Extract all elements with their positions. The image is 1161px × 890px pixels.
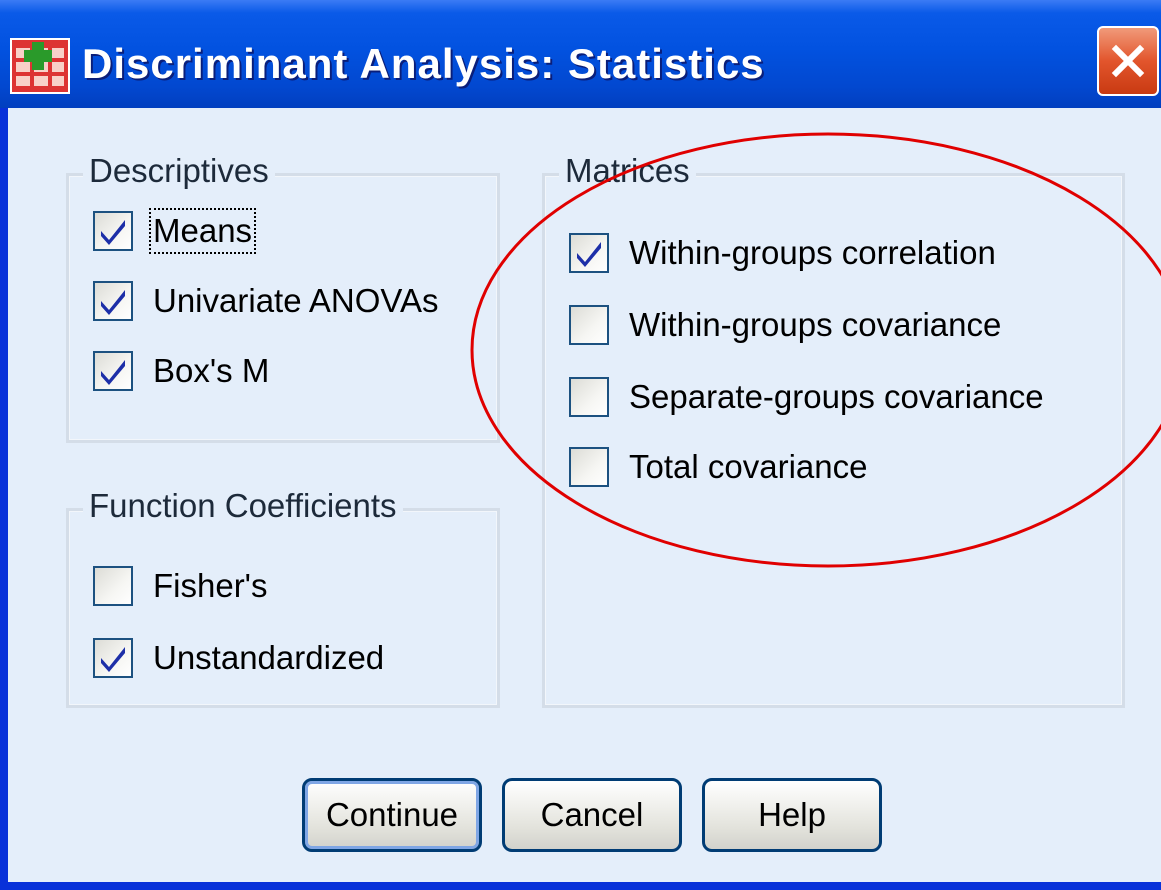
fishers-checkbox[interactable] bbox=[93, 566, 133, 606]
boxs-m-checkbox[interactable] bbox=[93, 351, 133, 391]
function-coefficients-group: Function Coefficients Fisher's Unstandar… bbox=[66, 487, 500, 708]
continue-button[interactable]: Continue bbox=[302, 778, 482, 852]
fishers-checkbox-item[interactable]: Fisher's bbox=[93, 561, 268, 611]
checkmark-icon bbox=[101, 220, 125, 245]
separate-groups-covariance-item[interactable]: Separate-groups covariance bbox=[569, 372, 1044, 422]
title-bar[interactable]: Discriminant Analysis: Statistics bbox=[0, 0, 1161, 108]
separate-groups-covariance-checkbox[interactable] bbox=[569, 377, 609, 417]
unstandardized-checkbox[interactable] bbox=[93, 638, 133, 678]
within-groups-correlation-label: Within-groups correlation bbox=[629, 234, 996, 271]
descriptives-legend: Descriptives bbox=[83, 152, 275, 190]
within-groups-correlation-checkbox[interactable] bbox=[569, 233, 609, 273]
univariate-anovas-label: Univariate ANOVAs bbox=[153, 282, 439, 319]
help-button[interactable]: Help bbox=[702, 778, 882, 852]
close-button[interactable] bbox=[1097, 26, 1159, 96]
matrices-legend: Matrices bbox=[559, 152, 696, 190]
checkmark-icon bbox=[577, 242, 601, 267]
means-checkbox-item[interactable]: Means bbox=[93, 206, 257, 256]
total-covariance-checkbox[interactable] bbox=[569, 447, 609, 487]
univariate-anovas-checkbox-item[interactable]: Univariate ANOVAs bbox=[93, 276, 439, 326]
spss-dialog-icon bbox=[10, 38, 70, 94]
univariate-anovas-checkbox[interactable] bbox=[93, 281, 133, 321]
within-groups-covariance-checkbox[interactable] bbox=[569, 305, 609, 345]
total-covariance-item[interactable]: Total covariance bbox=[569, 442, 867, 492]
dialog-window: Discriminant Analysis: Statistics Descri… bbox=[0, 0, 1161, 890]
within-groups-covariance-label: Within-groups covariance bbox=[629, 306, 1002, 343]
cancel-button[interactable]: Cancel bbox=[502, 778, 682, 852]
descriptives-group: Descriptives Means Univariate ANOVAs Box… bbox=[66, 152, 500, 443]
checkmark-icon bbox=[101, 647, 125, 672]
within-groups-covariance-item[interactable]: Within-groups covariance bbox=[569, 300, 1001, 350]
window-title: Discriminant Analysis: Statistics bbox=[82, 40, 765, 87]
function-coefficients-legend: Function Coefficients bbox=[83, 487, 403, 525]
unstandardized-label: Unstandardized bbox=[153, 639, 385, 676]
matrices-group: Matrices Within-groups correlation Withi… bbox=[542, 152, 1125, 708]
within-groups-correlation-item[interactable]: Within-groups correlation bbox=[569, 228, 996, 278]
fishers-label: Fisher's bbox=[153, 567, 268, 604]
separate-groups-covariance-label: Separate-groups covariance bbox=[629, 378, 1044, 415]
means-label: Means bbox=[148, 208, 257, 254]
total-covariance-label: Total covariance bbox=[629, 448, 868, 485]
unstandardized-checkbox-item[interactable]: Unstandardized bbox=[93, 633, 384, 683]
close-icon bbox=[1111, 44, 1145, 78]
checkmark-icon bbox=[101, 290, 125, 315]
means-checkbox[interactable] bbox=[93, 211, 133, 251]
boxs-m-checkbox-item[interactable]: Box's M bbox=[93, 346, 269, 396]
dialog-client-area: Descriptives Means Univariate ANOVAs Box… bbox=[8, 108, 1161, 882]
boxs-m-label: Box's M bbox=[153, 352, 270, 389]
checkmark-icon bbox=[101, 360, 125, 385]
